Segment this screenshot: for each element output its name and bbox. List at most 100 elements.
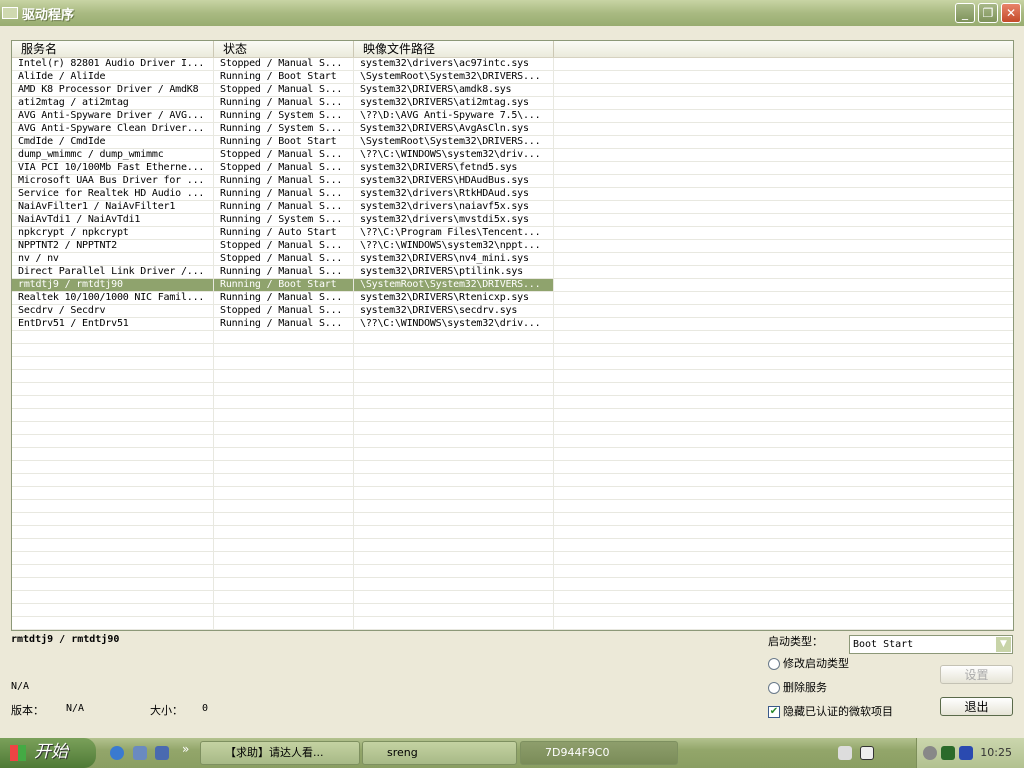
cell-status <box>214 396 354 408</box>
column-header-status[interactable]: 状态 <box>214 41 354 57</box>
cell-name <box>12 461 214 473</box>
table-row[interactable]: VIA PCI 10/100Mb Fast Etherne... Stopped … <box>12 162 1013 175</box>
table-row[interactable]: EntDrv51 / EntDrv51 Running / Manual S...… <box>12 318 1013 331</box>
empty-row <box>12 578 1013 591</box>
table-row[interactable]: npkcrypt / npkcrypt Running / Auto Start \… <box>12 227 1013 240</box>
cell-path: system32\DRIVERS\Rtenicxp.sys <box>354 292 554 304</box>
cell-status <box>214 422 354 434</box>
table-row[interactable]: ati2mtag / ati2mtag Running / Manual S...… <box>12 97 1013 110</box>
cell-status: Running / System S... <box>214 214 354 226</box>
outlook-icon[interactable] <box>155 746 169 760</box>
set-button[interactable]: 设置 <box>940 665 1013 684</box>
delete-service-radio[interactable]: 删除服务 <box>768 679 827 695</box>
cell-path: \??\C:\WINDOWS\system32\nppt... <box>354 240 554 252</box>
table-row[interactable]: CmdIde / CmdIde Running / Boot Start \Syst… <box>12 136 1013 149</box>
table-row[interactable]: Realtek 10/100/1000 NIC Famil... Running … <box>12 292 1013 305</box>
cell-path: System32\DRIVERS\amdk8.sys <box>354 84 554 96</box>
table-row[interactable]: NPPTNT2 / NPPTNT2 Stopped / Manual S... \?… <box>12 240 1013 253</box>
table-row[interactable]: AMD K8 Processor Driver / AmdK8 Stopped /… <box>12 84 1013 97</box>
task-sreng[interactable]: sreng <box>362 741 517 765</box>
empty-row <box>12 526 1013 539</box>
size-label: 大小： <box>150 704 183 717</box>
cell-status: Running / Manual S... <box>214 188 354 200</box>
table-row[interactable]: Secdrv / Secdrv Stopped / Manual S... syst… <box>12 305 1013 318</box>
table-row[interactable]: AVG Anti-Spyware Driver / AVG... Running … <box>12 110 1013 123</box>
column-header-name[interactable]: 服务名 <box>12 41 214 57</box>
cell-path <box>354 617 554 629</box>
driver-list[interactable]: 服务名 状态 映像文件路径 Intel(r) 82801 Audio Drive… <box>11 40 1014 631</box>
antivirus-icon[interactable] <box>959 746 973 760</box>
table-row[interactable]: AliIde / AliIde Running / Boot Start \Syst… <box>12 71 1013 84</box>
cell-path <box>354 500 554 512</box>
ie-icon[interactable] <box>110 746 124 760</box>
cell-path: system32\DRIVERS\nv4_mini.sys <box>354 253 554 265</box>
cell-status <box>214 526 354 538</box>
task-driver-window[interactable]: 7D944F9C0 <box>520 741 678 765</box>
close-button[interactable]: ✕ <box>1001 3 1021 23</box>
keyboard-icon[interactable] <box>838 746 852 760</box>
cell-status: Running / System S... <box>214 110 354 122</box>
table-row[interactable]: nv / nv Stopped / Manual S... system32\DRI… <box>12 253 1013 266</box>
start-type-select[interactable]: Boot Start ▼ <box>849 635 1013 654</box>
table-row[interactable]: NaiAvTdi1 / NaiAvTdi1 Running / System S.… <box>12 214 1013 227</box>
table-row[interactable]: AVG Anti-Spyware Clean Driver... Running … <box>12 123 1013 136</box>
cell-name: Direct Parallel Link Driver /... <box>12 266 214 278</box>
driver-description: N/A <box>11 681 30 692</box>
start-button[interactable]: 开始 <box>0 738 96 768</box>
size-value: 0 <box>202 703 209 714</box>
cell-name <box>12 565 214 577</box>
cell-name: rmtdtj9 / rmtdtj90 <box>12 279 214 291</box>
radio-icon[interactable] <box>768 658 780 670</box>
exit-button[interactable]: 退出 <box>940 697 1013 716</box>
modify-start-type-radio[interactable]: 修改启动类型 <box>768 655 849 671</box>
table-row[interactable]: Microsoft UAA Bus Driver for ... Running … <box>12 175 1013 188</box>
minimize-button[interactable]: _ <box>955 3 975 23</box>
chevron-down-icon[interactable]: ▼ <box>996 637 1011 652</box>
cell-path: system32\drivers\ac97intc.sys <box>354 58 554 70</box>
cell-name <box>12 474 214 486</box>
cell-status: Stopped / Manual S... <box>214 253 354 265</box>
radio-icon[interactable] <box>768 682 780 694</box>
delete-service-label: 删除服务 <box>783 681 827 694</box>
table-row[interactable]: dump_wmimmc / dump_wmimmc Stopped / Manua… <box>12 149 1013 162</box>
cell-status <box>214 552 354 564</box>
task-forum[interactable]: 【求助】请达人看... <box>200 741 360 765</box>
empty-row <box>12 383 1013 396</box>
cell-name: Intel(r) 82801 Audio Driver I... <box>12 58 214 70</box>
table-row[interactable]: Direct Parallel Link Driver /... Running … <box>12 266 1013 279</box>
media-icon[interactable] <box>133 746 147 760</box>
cell-status: Running / Boot Start <box>214 136 354 148</box>
hide-microsoft-checkbox[interactable]: ✔ 隐藏已认证的微软项目 <box>768 703 893 719</box>
help-icon[interactable] <box>860 746 874 760</box>
empty-row <box>12 435 1013 448</box>
cell-path: \SystemRoot\System32\DRIVERS... <box>354 71 554 83</box>
table-row[interactable]: rmtdtj9 / rmtdtj90 Running / Boot Start \S… <box>12 279 1013 292</box>
cell-path <box>354 396 554 408</box>
checkmark-icon[interactable]: ✔ <box>768 706 780 718</box>
empty-row <box>12 331 1013 344</box>
cell-path <box>354 604 554 616</box>
cell-name <box>12 617 214 629</box>
column-header-path[interactable]: 映像文件路径 <box>354 41 554 57</box>
restore-button[interactable]: ❐ <box>978 3 998 23</box>
security-icon[interactable] <box>941 746 955 760</box>
cell-name <box>12 396 214 408</box>
cell-status <box>214 370 354 382</box>
table-row[interactable]: Intel(r) 82801 Audio Driver I... Stopped … <box>12 58 1013 71</box>
cell-status: Stopped / Manual S... <box>214 162 354 174</box>
windows-logo-icon <box>10 745 26 761</box>
cell-name: AliIde / AliIde <box>12 71 214 83</box>
cell-path: system32\drivers\naiavf5x.sys <box>354 201 554 213</box>
cell-status: Running / Boot Start <box>214 279 354 291</box>
volume-icon[interactable] <box>923 746 937 760</box>
cell-name: Realtek 10/100/1000 NIC Famil... <box>12 292 214 304</box>
empty-row <box>12 357 1013 370</box>
cell-name <box>12 578 214 590</box>
taskbar: 开始 » 【求助】请达人看... sreng 7D944F9C0 10:25 <box>0 738 1024 768</box>
cell-status <box>214 513 354 525</box>
table-row[interactable]: Service for Realtek HD Audio ... Running … <box>12 188 1013 201</box>
clock: 10:25 <box>980 746 1012 759</box>
table-row[interactable]: NaiAvFilter1 / NaiAvFilter1 Running / Man… <box>12 201 1013 214</box>
selected-driver-name: rmtdtj9 / rmtdtj90 <box>11 634 120 645</box>
quicklaunch-chevron[interactable]: » <box>182 742 189 756</box>
